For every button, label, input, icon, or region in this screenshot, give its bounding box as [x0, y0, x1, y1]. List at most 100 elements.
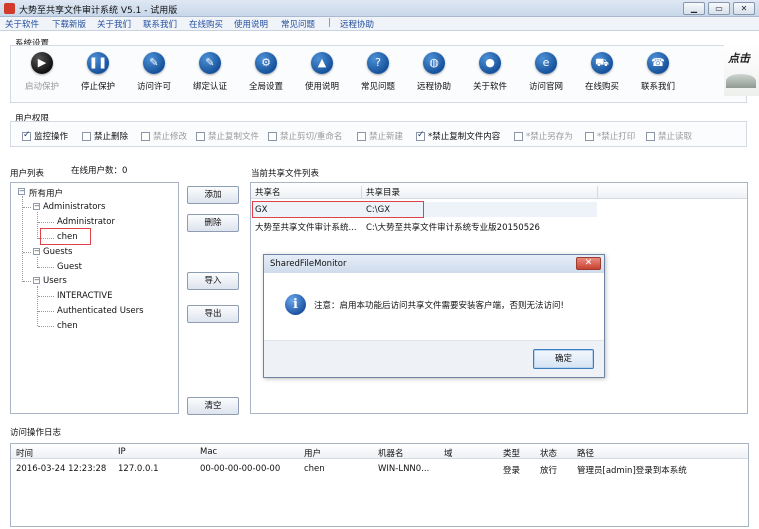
- tool-button[interactable]: ▶ 启动保护: [15, 52, 69, 92]
- checkbox-box[interactable]: [22, 130, 31, 141]
- permission-label: 禁止新建: [369, 132, 404, 142]
- share-col-dir[interactable]: 共享目录: [366, 186, 400, 198]
- checkbox-box[interactable]: [416, 130, 425, 141]
- tool-button[interactable]: ● 关于软件: [463, 52, 517, 92]
- tool-button[interactable]: ⚙ 全局设置: [239, 52, 293, 92]
- log-col-ip[interactable]: IP: [118, 447, 126, 457]
- graduation-cap-icon: ▲: [311, 52, 333, 74]
- dialog-close-button[interactable]: ✕: [576, 257, 601, 270]
- menu-remote[interactable]: 远程协助: [340, 18, 374, 30]
- user-list-title: 用户列表: [10, 169, 45, 179]
- tool-label: 绑定认证: [192, 82, 227, 92]
- tree-node-administrators[interactable]: Administrators: [43, 202, 105, 212]
- log-col-user[interactable]: 用户: [304, 447, 321, 459]
- play-icon: ▶: [31, 52, 53, 74]
- close-button[interactable]: ✕: [733, 2, 755, 15]
- tool-button[interactable]: ☎ 联系我们: [631, 52, 685, 92]
- tool-button[interactable]: ▲ 使用说明: [295, 52, 349, 92]
- log-col-mac[interactable]: Mac: [200, 447, 217, 457]
- online-user-count: 在线用户数：0: [71, 166, 128, 176]
- permission-label: *禁止打印: [597, 132, 636, 142]
- checkbox-box[interactable]: [268, 131, 277, 141]
- checkbox-box[interactable]: [585, 131, 594, 141]
- tree-node-interactive[interactable]: INTERACTIVE: [57, 291, 112, 301]
- import-button[interactable]: 导入: [187, 272, 239, 290]
- log-cell-status: 放行: [540, 466, 558, 476]
- log-col-time[interactable]: 时间: [16, 447, 33, 459]
- add-button[interactable]: 添加: [187, 186, 239, 204]
- tool-label: 远程协助: [416, 82, 451, 92]
- question-icon: ?: [367, 52, 389, 74]
- tool-button[interactable]: ✎ 绑定认证: [183, 52, 237, 92]
- highlight-box: [252, 201, 424, 218]
- tree-node-chen-users[interactable]: chen: [57, 321, 78, 331]
- tree-node-administrator[interactable]: Administrator: [57, 217, 115, 227]
- permission-checkbox[interactable]: 禁止复制文件: [196, 130, 259, 142]
- tool-label: 使用说明: [304, 82, 339, 92]
- tool-button[interactable]: e 访问官网: [519, 52, 573, 92]
- tool-button[interactable]: ? 常见问题: [351, 52, 405, 92]
- menu-buy[interactable]: 在线购买: [189, 18, 223, 30]
- expand-root-icon[interactable]: −: [18, 188, 25, 195]
- menu-download[interactable]: 下载新版: [52, 18, 86, 30]
- clear-button[interactable]: 清空: [187, 397, 239, 415]
- tree-node-all-users[interactable]: 所有用户: [29, 187, 63, 199]
- tool-button[interactable]: ✎ 访问许可: [127, 52, 181, 92]
- permission-checkbox[interactable]: *禁止打印: [585, 130, 635, 142]
- permission-label: 禁止删除: [94, 132, 129, 142]
- menu-about-us[interactable]: 关于我们: [97, 18, 131, 30]
- log-col-path[interactable]: 路径: [577, 447, 594, 459]
- checkbox-box[interactable]: [357, 131, 366, 141]
- permission-checkbox[interactable]: 禁止删除: [82, 130, 128, 142]
- pen-icon: ✎: [143, 52, 165, 74]
- tool-button[interactable]: ⛟ 在线购买: [575, 52, 629, 92]
- minimize-button[interactable]: ▁: [683, 2, 705, 15]
- dialog-title: SharedFileMonitor: [270, 259, 347, 269]
- permission-checkbox[interactable]: 监控操作: [22, 130, 68, 142]
- checkbox-box[interactable]: [141, 131, 150, 141]
- highlight-box: [40, 228, 91, 245]
- tool-button[interactable]: ❚❚ 停止保护: [71, 52, 125, 92]
- tool-label: 在线购买: [584, 82, 619, 92]
- share-row-name[interactable]: 大势至共享文件审计系统...: [255, 221, 357, 233]
- permission-checkbox[interactable]: 禁止剪切/重命名: [268, 130, 342, 142]
- checkbox-box[interactable]: [646, 131, 655, 141]
- log-col-domain[interactable]: 域: [444, 447, 453, 459]
- permission-checkbox[interactable]: *禁止复制文件内容: [416, 130, 500, 142]
- checkbox-box[interactable]: [196, 131, 205, 141]
- menu-faq[interactable]: 常见问题: [281, 18, 315, 30]
- log-col-status[interactable]: 状态: [540, 447, 557, 459]
- tool-label: 关于软件: [472, 82, 507, 92]
- permission-checkbox[interactable]: 禁止修改: [141, 130, 187, 142]
- tree-node-guest[interactable]: Guest: [57, 262, 82, 272]
- phone-icon: ☎: [647, 52, 669, 74]
- pen-icon: ✎: [199, 52, 221, 74]
- permission-checkbox[interactable]: 禁止读取: [646, 130, 692, 142]
- maximize-button[interactable]: ▭: [708, 2, 730, 15]
- menu-contact[interactable]: 联系我们: [143, 18, 177, 30]
- tree-node-guests[interactable]: Guests: [43, 247, 72, 257]
- permission-label: 禁止修改: [153, 132, 188, 142]
- permission-checkbox[interactable]: *禁止另存为: [514, 130, 573, 142]
- brand-logo: 点击: [724, 44, 759, 96]
- expand-guests-icon[interactable]: −: [33, 248, 40, 255]
- ok-button[interactable]: 确定: [533, 349, 594, 369]
- checkbox-box[interactable]: [514, 131, 523, 141]
- share-col-name[interactable]: 共享名: [255, 186, 281, 198]
- log-col-machine[interactable]: 机器名: [378, 447, 404, 459]
- tool-button[interactable]: ◍ 远程协助: [407, 52, 461, 92]
- tree-node-authenticated-users[interactable]: Authenticated Users: [57, 306, 144, 316]
- export-button[interactable]: 导出: [187, 305, 239, 323]
- permission-label: *禁止另存为: [526, 132, 573, 142]
- log-col-type[interactable]: 类型: [503, 447, 520, 459]
- menu-manual[interactable]: 使用说明: [234, 18, 268, 30]
- checkbox-box[interactable]: [82, 131, 91, 141]
- delete-button[interactable]: 删除: [187, 214, 239, 232]
- permission-checkbox[interactable]: 禁止新建: [357, 130, 403, 142]
- expand-users-icon[interactable]: −: [33, 277, 40, 284]
- info-icon: i: [285, 294, 306, 315]
- expand-admins-icon[interactable]: −: [33, 203, 40, 210]
- tree-node-users[interactable]: Users: [43, 276, 67, 286]
- menu-about-software[interactable]: 关于软件: [5, 18, 39, 30]
- share-row-dir[interactable]: C:\大势至共享文件审计系统专业版20150526: [366, 221, 540, 233]
